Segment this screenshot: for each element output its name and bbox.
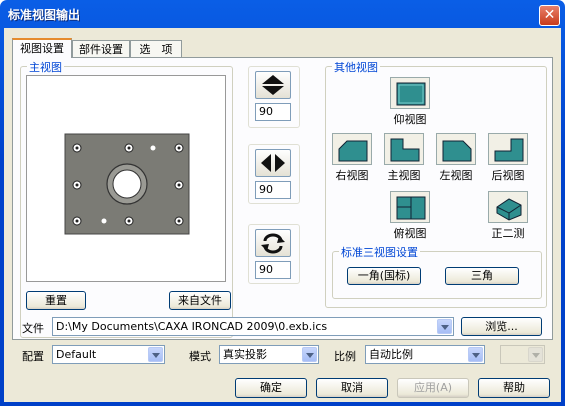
main-view-group: 主视图 重置 来自文件 [20, 59, 233, 338]
right-view-icon [338, 140, 368, 162]
chevron-down-icon[interactable] [437, 319, 452, 334]
from-file-button[interactable]: 来自文件 [169, 291, 231, 310]
tab-view-settings[interactable]: 视图设置 [12, 38, 72, 58]
scale-label: 比例 [334, 350, 356, 363]
tab-options[interactable]: 选 项 [130, 40, 182, 58]
chevron-down-icon [528, 347, 543, 362]
dialog-body: 视图设置 部件设置 选 项 主视图 重置 来自文件 90 90 90 其他视图 … [4, 28, 561, 402]
apply-button: 应用(A) [397, 378, 469, 398]
back-view-icon [494, 138, 524, 162]
config-label: 配置 [22, 350, 44, 363]
main-view-preview [26, 75, 226, 282]
part-preview-image [64, 133, 190, 235]
rotate-horizontal-input[interactable]: 90 [255, 181, 291, 199]
up-down-arrow-icon [262, 75, 284, 95]
config-value: Default [56, 348, 97, 361]
bottom-view-icon [396, 82, 426, 106]
window-title: 标准视图输出 [8, 8, 81, 22]
first-angle-button[interactable]: 一角(国标) [347, 267, 421, 285]
mode-select[interactable]: 真实投影 [219, 345, 319, 364]
right-view-label: 右视图 [335, 169, 369, 182]
other-views-group: 其他视图 仰视图 右视图 主视图 左视图 后视图 俯视图 正二测 标准三视图设置… [325, 59, 547, 308]
scale-value: 自动比例 [369, 348, 413, 361]
rotate-icon [261, 233, 285, 254]
main-view-label: 主视图 [27, 59, 64, 75]
bottom-view-label: 仰视图 [393, 113, 427, 126]
chevron-down-icon[interactable] [148, 347, 163, 362]
mode-label: 模式 [189, 350, 211, 363]
top-view-icon [396, 196, 426, 220]
left-view-button[interactable] [436, 133, 476, 165]
scale-extra-select [500, 345, 545, 364]
file-label: 文件 [22, 322, 44, 335]
third-angle-button[interactable]: 三角 [445, 267, 519, 285]
chevron-down-icon[interactable] [468, 347, 483, 362]
right-view-button[interactable] [332, 133, 372, 165]
rotate-spin-button[interactable] [255, 229, 291, 257]
file-path-select[interactable]: D:\My Documents\CAXA IRONCAD 2009\0.exb.… [52, 317, 454, 336]
file-path-value: D:\My Documents\CAXA IRONCAD 2009\0.exb.… [56, 320, 328, 333]
mode-value: 真实投影 [223, 348, 267, 361]
rotate-spin-input[interactable]: 90 [255, 261, 291, 279]
dimetric-view-icon [496, 198, 522, 221]
cancel-button[interactable]: 取消 [316, 378, 388, 398]
other-views-label: 其他视图 [332, 59, 380, 75]
dimetric-view-button[interactable] [488, 191, 528, 223]
back-view-button[interactable] [488, 133, 528, 165]
ok-button[interactable]: 确定 [235, 378, 307, 398]
dialog-window: 标准视图输出 ✕ 视图设置 部件设置 选 项 主视图 重置 来自文件 90 90… [0, 0, 565, 406]
front-view-label: 主视图 [387, 169, 421, 182]
scale-select[interactable]: 自动比例 [365, 345, 485, 364]
front-view-button[interactable] [384, 133, 424, 165]
rotate-horizontal-button[interactable] [255, 149, 291, 177]
top-view-button[interactable] [390, 191, 430, 223]
back-view-label: 后视图 [491, 169, 525, 182]
rotate-vertical-group: 90 [248, 66, 300, 128]
standard-three-views-label: 标准三视图设置 [339, 244, 420, 260]
rotate-vertical-input[interactable]: 90 [255, 103, 291, 121]
browse-button[interactable]: 浏览... [461, 317, 542, 336]
tab-panel: 主视图 重置 来自文件 90 90 90 其他视图 仰视图 右视图 主视图 左视… [12, 57, 553, 340]
rotate-vertical-button[interactable] [255, 71, 291, 99]
dimetric-view-label: 正二测 [491, 227, 525, 240]
close-button[interactable]: ✕ [539, 5, 560, 26]
help-button[interactable]: 帮助 [478, 378, 550, 398]
chevron-down-icon[interactable] [302, 347, 317, 362]
rotate-spin-group: 90 [248, 224, 300, 284]
front-view-icon [390, 138, 420, 162]
rotate-horizontal-group: 90 [248, 144, 300, 204]
config-select[interactable]: Default [52, 345, 165, 364]
left-right-arrow-icon [261, 154, 285, 172]
tab-part-settings[interactable]: 部件设置 [72, 40, 130, 58]
bottom-view-button[interactable] [390, 77, 430, 109]
left-view-label: 左视图 [439, 169, 473, 182]
title-bar[interactable]: 标准视图输出 ✕ [0, 0, 565, 28]
left-view-icon [442, 140, 472, 162]
standard-three-views-group: 标准三视图设置 一角(国标) 三角 [332, 244, 542, 299]
top-view-label: 俯视图 [393, 227, 427, 240]
reset-button[interactable]: 重置 [26, 291, 86, 310]
